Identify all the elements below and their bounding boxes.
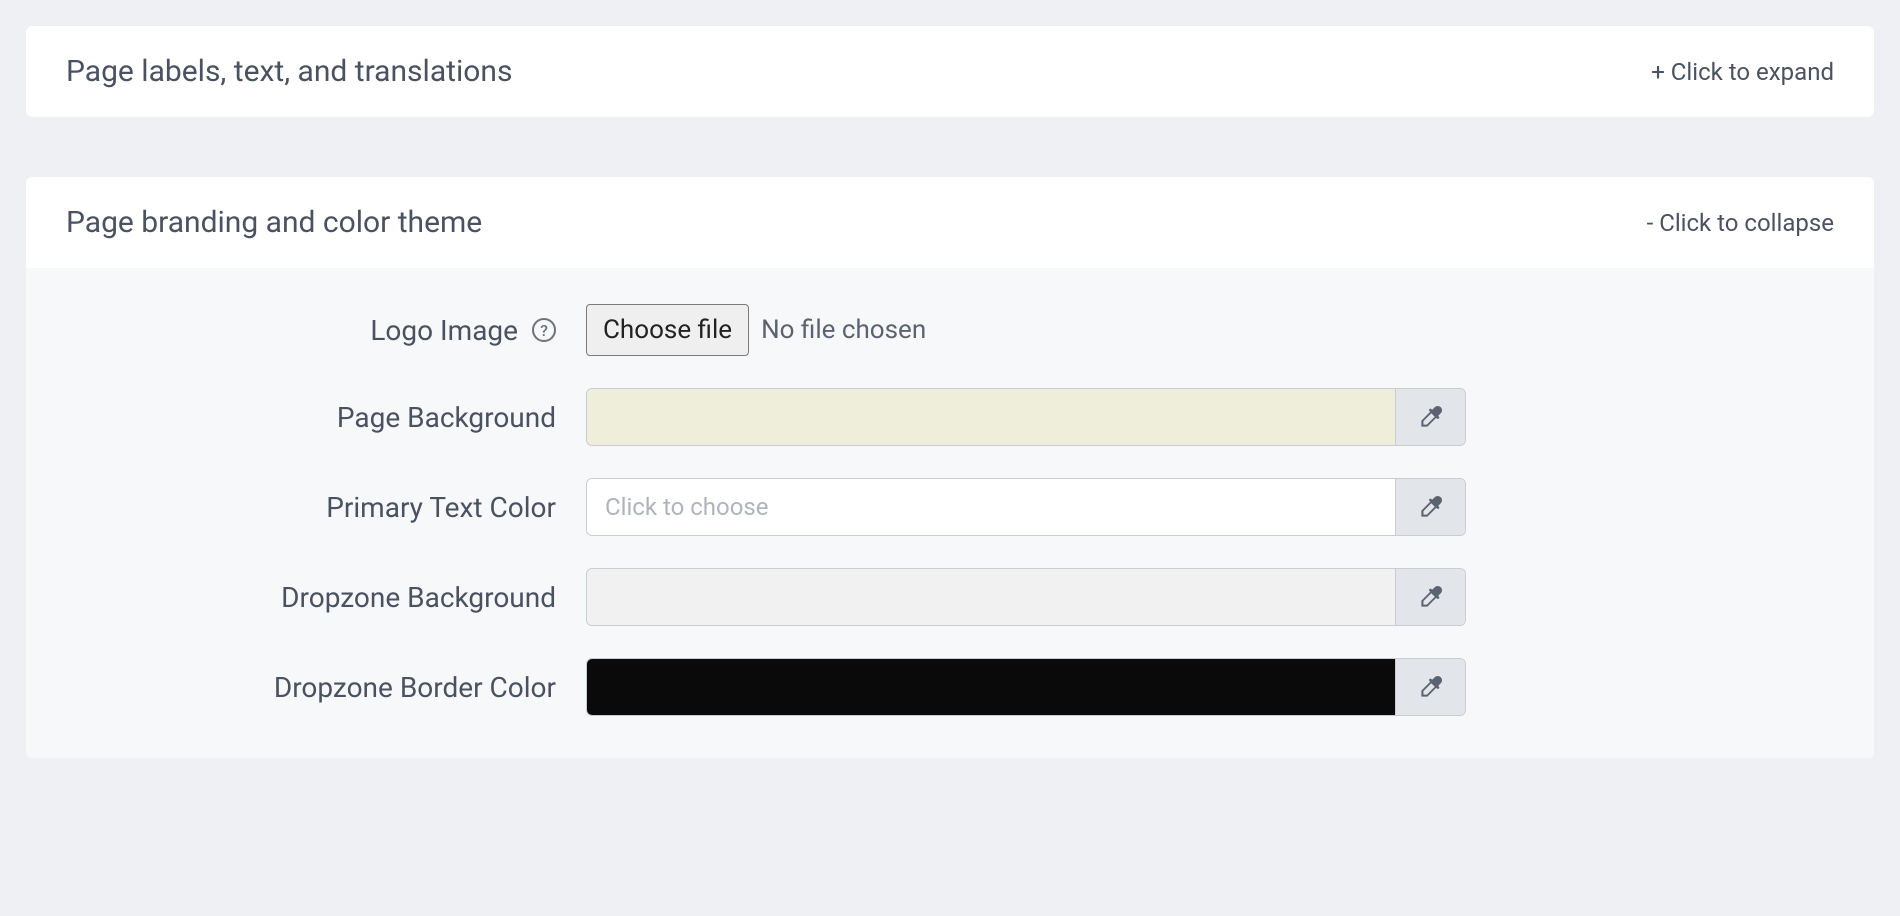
label-logo-image: Logo Image xyxy=(370,314,518,347)
panel-body-branding: Logo Image ? Choose file No file chosen … xyxy=(26,268,1874,758)
label-col-primary-text: Primary Text Color xyxy=(66,491,586,524)
row-logo-image: Logo Image ? Choose file No file chosen xyxy=(66,304,1834,356)
label-col-dropzone-border: Dropzone Border Color xyxy=(66,671,586,704)
input-col-logo: Choose file No file chosen xyxy=(586,304,1834,356)
color-input-page-background[interactable] xyxy=(587,389,1395,445)
color-input-dropzone-border-color[interactable] xyxy=(587,659,1395,715)
label-col-dropzone-bg: Dropzone Background xyxy=(66,581,586,614)
label-col-logo: Logo Image ? xyxy=(66,314,586,347)
color-group-primary-text xyxy=(586,478,1466,536)
panel-branding: Page branding and color theme - Click to… xyxy=(26,177,1874,758)
label-primary-text-color: Primary Text Color xyxy=(326,491,556,524)
eyedropper-button-dropzone-border[interactable] xyxy=(1395,659,1465,715)
panel-header-branding[interactable]: Page branding and color theme - Click to… xyxy=(26,177,1874,268)
eyedropper-icon xyxy=(1420,586,1442,608)
panel-title-branding: Page branding and color theme xyxy=(66,205,482,240)
eyedropper-icon xyxy=(1420,496,1442,518)
row-dropzone-border: Dropzone Border Color xyxy=(66,658,1834,716)
label-col-page-background: Page Background xyxy=(66,401,586,434)
help-icon[interactable]: ? xyxy=(532,318,556,342)
input-col-page-background xyxy=(586,388,1834,446)
eyedropper-button-primary-text[interactable] xyxy=(1395,479,1465,535)
label-dropzone-border-color: Dropzone Border Color xyxy=(274,671,556,704)
color-group-dropzone-border xyxy=(586,658,1466,716)
choose-file-button[interactable]: Choose file xyxy=(586,304,749,356)
color-group-dropzone-bg xyxy=(586,568,1466,626)
panel-toggle-labels: + Click to expand xyxy=(1651,58,1834,86)
panel-page-labels: Page labels, text, and translations + Cl… xyxy=(26,26,1874,117)
input-col-dropzone-bg xyxy=(586,568,1834,626)
row-primary-text-color: Primary Text Color xyxy=(66,478,1834,536)
color-group-page-background xyxy=(586,388,1466,446)
row-dropzone-background: Dropzone Background xyxy=(66,568,1834,626)
color-input-dropzone-background[interactable] xyxy=(587,569,1395,625)
eyedropper-button-dropzone-bg[interactable] xyxy=(1395,569,1465,625)
eyedropper-icon xyxy=(1420,676,1442,698)
panel-header-labels[interactable]: Page labels, text, and translations + Cl… xyxy=(26,26,1874,117)
eyedropper-icon xyxy=(1420,406,1442,428)
panel-toggle-branding: - Click to collapse xyxy=(1647,209,1834,237)
label-dropzone-background: Dropzone Background xyxy=(281,581,556,614)
eyedropper-button-page-background[interactable] xyxy=(1395,389,1465,445)
input-col-dropzone-border xyxy=(586,658,1834,716)
panel-title-labels: Page labels, text, and translations xyxy=(66,54,512,89)
label-page-background: Page Background xyxy=(337,401,556,434)
file-status-text: No file chosen xyxy=(761,315,926,345)
color-input-primary-text-color[interactable] xyxy=(587,479,1395,535)
row-page-background: Page Background xyxy=(66,388,1834,446)
input-col-primary-text xyxy=(586,478,1834,536)
